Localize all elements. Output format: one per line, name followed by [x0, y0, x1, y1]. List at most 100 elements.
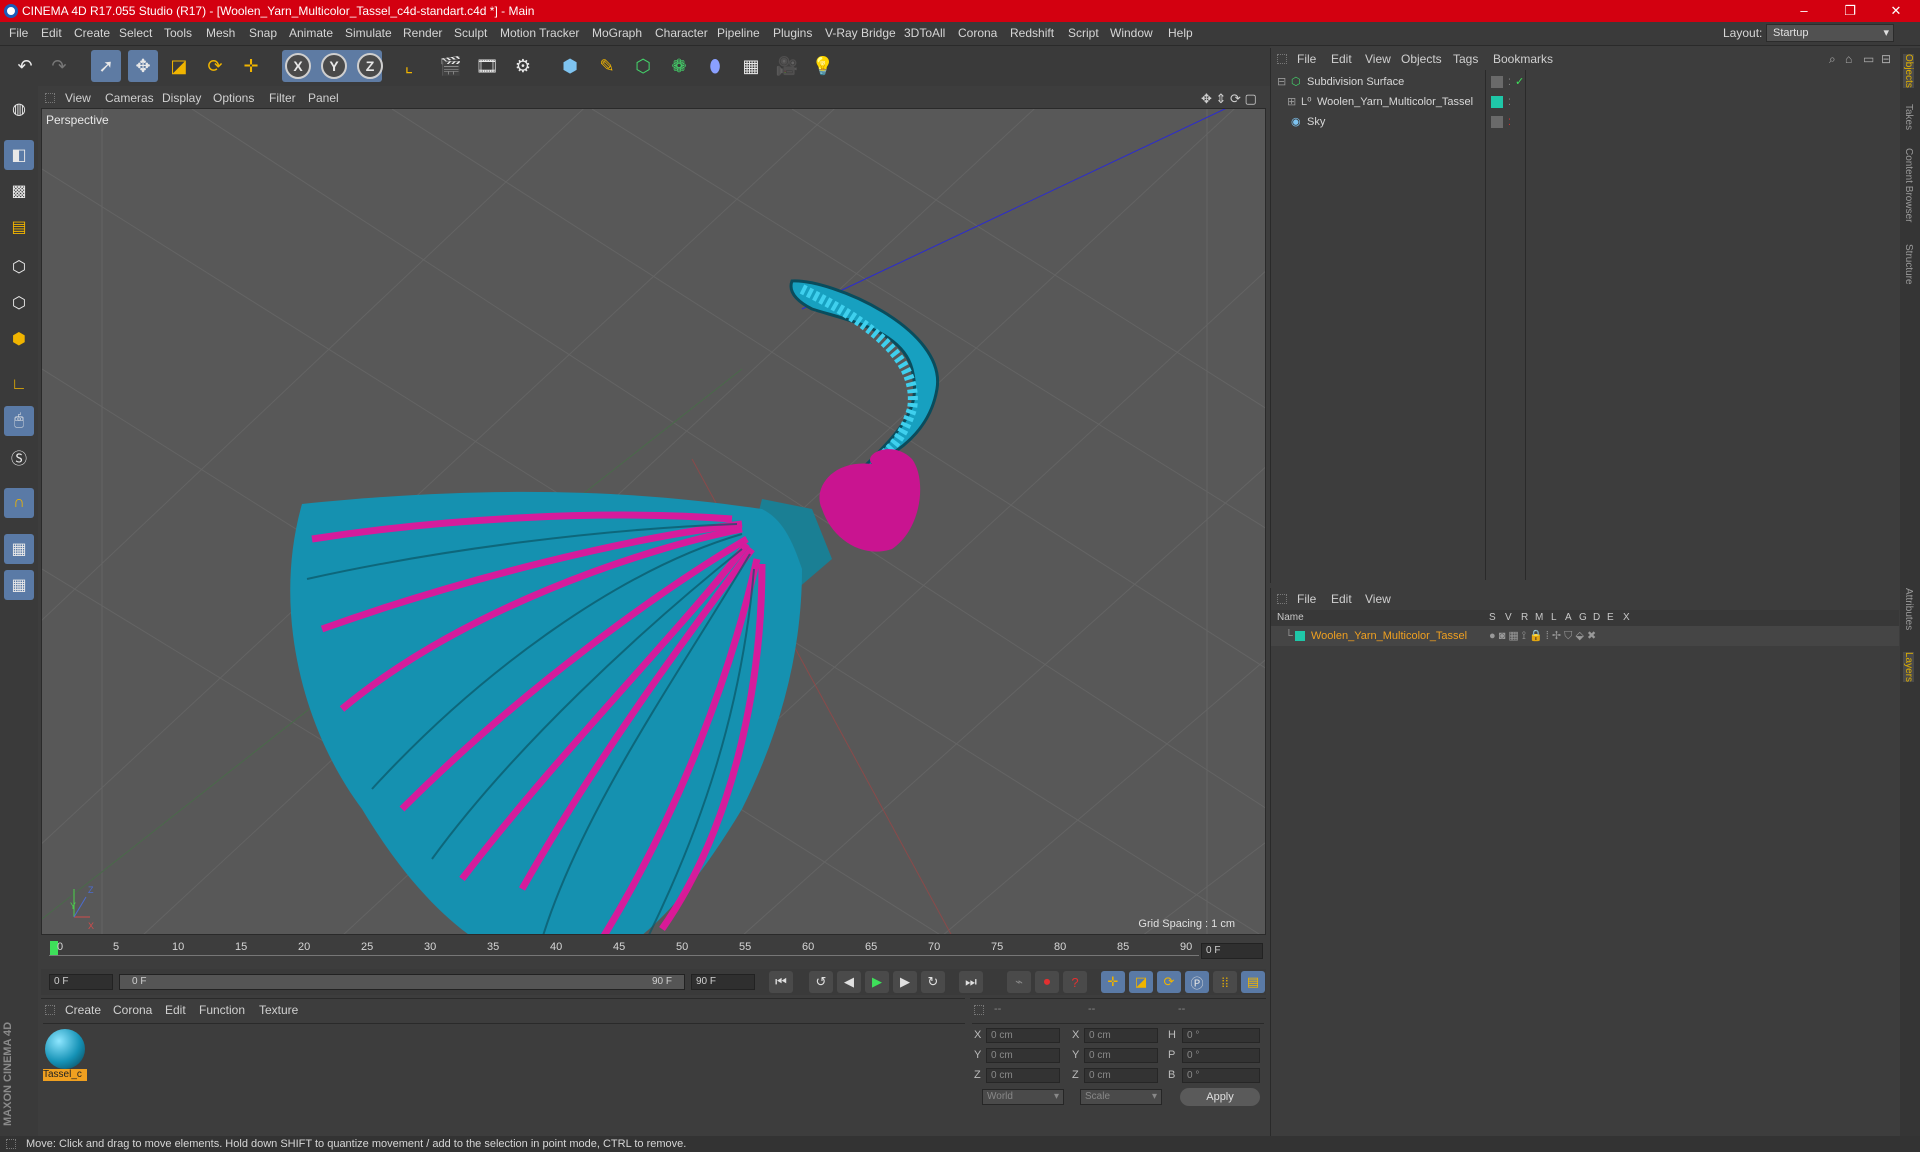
material-menu-texture[interactable]: Texture: [259, 1003, 298, 1017]
material-menu-corona[interactable]: Corona: [113, 1003, 152, 1017]
viewport-menu-filter[interactable]: Filter: [269, 91, 296, 105]
make-editable-icon[interactable]: ◍: [4, 94, 34, 124]
enabled-check-icon[interactable]: ✓: [1515, 72, 1524, 92]
pos-z-field[interactable]: 0 cm: [986, 1068, 1060, 1083]
snap-icon[interactable]: Ⓢ: [4, 442, 34, 472]
column-xref[interactable]: X: [1623, 612, 1630, 623]
object-row-tassel[interactable]: ⊞ L⁰ Woolen_Yarn_Multicolor_Tassel ⁚: [1271, 92, 1899, 112]
layers-menu-view[interactable]: View: [1365, 592, 1391, 606]
key-pla-icon[interactable]: ⁞⁞: [1213, 971, 1237, 993]
perspective-viewport[interactable]: Y X Z Perspective Grid Spacing : 1 cm: [41, 108, 1266, 935]
deformer-icon[interactable]: ⬮: [700, 50, 730, 82]
play-icon[interactable]: ▶: [865, 971, 889, 993]
menu-redshift[interactable]: Redshift: [1010, 26, 1054, 40]
redo-icon[interactable]: ↷: [44, 50, 74, 82]
collapse-icon[interactable]: ⊟: [1881, 52, 1891, 66]
end-frame-field[interactable]: 90 F: [691, 974, 755, 990]
z-axis-lock-icon[interactable]: Z: [357, 53, 383, 79]
layer-row-tassel[interactable]: └ Woolen_Yarn_Multicolor_Tassel ● ◙ ▦ ⟟ …: [1271, 626, 1899, 646]
undo-icon[interactable]: ↶: [10, 50, 40, 82]
objects-menu-objects[interactable]: Objects: [1401, 52, 1442, 66]
start-frame-field[interactable]: 0 F: [49, 974, 113, 990]
rot-b-field[interactable]: 0 °: [1182, 1068, 1260, 1083]
objects-menu-view[interactable]: View: [1365, 52, 1391, 66]
timeline-ruler[interactable]: 0 5 10 15 20 25 30 35 40 45 50 55 60 65 …: [41, 937, 1266, 969]
previous-frame-icon[interactable]: ◀: [837, 971, 861, 993]
column-locked[interactable]: L: [1551, 612, 1557, 623]
column-view[interactable]: V: [1505, 612, 1512, 623]
points-mode-icon[interactable]: ⬡: [4, 252, 34, 282]
x-axis-lock-icon[interactable]: X: [285, 53, 311, 79]
move-tool-icon[interactable]: ✥: [128, 50, 158, 82]
menu-mesh[interactable]: Mesh: [206, 26, 235, 40]
polygons-mode-icon[interactable]: ⬢: [4, 324, 34, 354]
menu-plugins[interactable]: Plugins: [773, 26, 812, 40]
viewport-menu-view[interactable]: View: [65, 91, 91, 105]
motion-path-icon[interactable]: ⌁: [1007, 971, 1031, 993]
rot-h-field[interactable]: 0 °: [1182, 1028, 1260, 1043]
floor-icon[interactable]: ▦: [736, 50, 766, 82]
next-frame-icon[interactable]: ▶: [893, 971, 917, 993]
material-menu-create[interactable]: Create: [65, 1003, 101, 1017]
menu-3dtoall[interactable]: 3DToAll: [904, 26, 945, 40]
y-axis-lock-icon[interactable]: Y: [321, 53, 347, 79]
size-x-field[interactable]: 0 cm: [1084, 1028, 1158, 1043]
material-menu-function[interactable]: Function: [199, 1003, 245, 1017]
transform-tool-icon[interactable]: ✛: [236, 50, 266, 82]
visibility-dots-icon[interactable]: ⁚: [1508, 92, 1511, 112]
close-button[interactable]: ✕: [1873, 0, 1919, 22]
pos-x-field[interactable]: 0 cm: [986, 1028, 1060, 1043]
coordinate-system-icon[interactable]: ⌞: [394, 50, 424, 82]
menu-tools[interactable]: Tools: [164, 26, 192, 40]
menu-vray-bridge[interactable]: V-Ray Bridge: [825, 26, 896, 40]
go-to-end-icon[interactable]: ⏭: [959, 971, 983, 993]
size-mode-dropdown[interactable]: Scale ▾: [1080, 1089, 1162, 1105]
search-icon[interactable]: ⌕: [1829, 52, 1836, 67]
tweak-mode-icon[interactable]: 🖱: [4, 406, 34, 436]
layers-menu-edit[interactable]: Edit: [1331, 592, 1352, 606]
size-y-field[interactable]: 0 cm: [1084, 1048, 1158, 1063]
viewport-menu-display[interactable]: Display: [162, 91, 201, 105]
viewport-menu-cameras[interactable]: Cameras: [105, 91, 154, 105]
texture-mode-icon[interactable]: ▩: [4, 176, 34, 206]
menu-motion-tracker[interactable]: Motion Tracker: [500, 26, 579, 40]
render-settings-icon[interactable]: ⚙: [508, 50, 538, 82]
layer-tag-icon[interactable]: [1491, 76, 1503, 88]
autokey-icon[interactable]: ?: [1063, 971, 1087, 993]
column-solo[interactable]: S: [1489, 612, 1496, 623]
menu-window[interactable]: Window: [1110, 26, 1153, 40]
menu-corona[interactable]: Corona: [958, 26, 997, 40]
tab-layers[interactable]: Layers: [1903, 652, 1914, 683]
tab-structure[interactable]: Structure: [1903, 244, 1914, 285]
menu-mograph[interactable]: MoGraph: [592, 26, 642, 40]
tab-objects[interactable]: Objects: [1903, 54, 1914, 88]
timeline-window-icon[interactable]: ▤: [1241, 971, 1265, 993]
planar-workplane-icon[interactable]: ▦: [4, 570, 34, 600]
render-picture-viewer-icon[interactable]: 🎞: [472, 50, 502, 82]
menu-simulate[interactable]: Simulate: [345, 26, 392, 40]
layer-color-swatch[interactable]: [1295, 631, 1305, 641]
subdivision-surface-icon[interactable]: ⬡: [628, 50, 658, 82]
material-swatch[interactable]: Tassel_c: [43, 1027, 87, 1081]
menu-render[interactable]: Render: [403, 26, 442, 40]
edges-mode-icon[interactable]: ⬡: [4, 288, 34, 318]
viewport-menu-options[interactable]: Options: [213, 91, 254, 105]
previous-key-icon[interactable]: ↺: [809, 971, 833, 993]
rotate-tool-icon[interactable]: ⟳: [200, 50, 230, 82]
current-frame-field[interactable]: 0 F: [1201, 943, 1263, 959]
rot-p-field[interactable]: 0 °: [1182, 1048, 1260, 1063]
key-scale-icon[interactable]: ◪: [1129, 971, 1153, 993]
size-z-field[interactable]: 0 cm: [1084, 1068, 1158, 1083]
cube-primitive-icon[interactable]: ⬢: [555, 50, 585, 82]
object-row-sky[interactable]: ◉ Sky ⁚: [1271, 112, 1899, 132]
magnet-icon[interactable]: ∩: [4, 488, 34, 518]
next-key-icon[interactable]: ↻: [921, 971, 945, 993]
key-parameter-icon[interactable]: Ⓟ: [1185, 971, 1209, 993]
menu-select[interactable]: Select: [119, 26, 152, 40]
collapse-toggle-icon[interactable]: ⊟: [1277, 72, 1286, 92]
minimize-button[interactable]: –: [1781, 0, 1827, 22]
menu-snap[interactable]: Snap: [249, 26, 277, 40]
objects-menu-tags[interactable]: Tags: [1453, 52, 1478, 66]
key-position-icon[interactable]: ✛: [1101, 971, 1125, 993]
lock-workplane-icon[interactable]: ▦: [4, 534, 34, 564]
